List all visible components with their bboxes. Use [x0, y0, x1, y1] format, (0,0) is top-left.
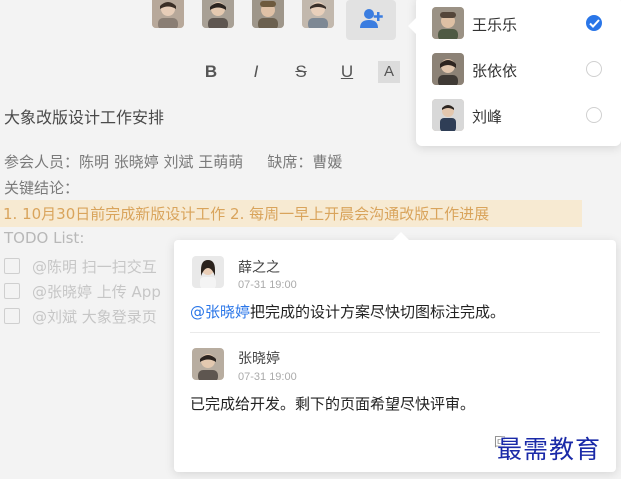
comment-author: 张晓婷 [238, 351, 280, 367]
comment-text: 已完成给开发。剩下的页面希望尽快评审。 [190, 393, 475, 414]
member-avatar[interactable] [302, 0, 334, 28]
todo-list-label: TODO List: [4, 229, 85, 247]
check-circle-icon [586, 15, 602, 31]
member-name: 王乐乐 [472, 16, 518, 34]
avatar [192, 256, 224, 288]
key-conclusions-label: 关键结论： [4, 179, 80, 197]
todo-text: @陈明 扫一扫交互 [32, 258, 157, 276]
attendees-text: 参会人员：陈明 张晓婷 刘斌 王萌萌 [4, 153, 244, 171]
mention-link[interactable]: @张晓婷 [190, 303, 250, 321]
todo-text: @张晓婷 上传 App [32, 283, 161, 301]
comment-body: 把完成的设计方案尽快切图标注完成。 [250, 303, 506, 321]
radio-circle-icon [586, 61, 602, 77]
comment-text: @张晓婷把完成的设计方案尽快切图标注完成。 [190, 301, 505, 322]
absent-text: 缺席：曹媛 [267, 153, 343, 171]
conclusions-text: 1. 10月30日前完成新版设计工作 2. 每周一早上开晨会沟通改版工作进展 [3, 205, 490, 223]
font-color-button[interactable]: A [378, 61, 400, 83]
member-option-wanglele[interactable]: 王乐乐 [416, 0, 621, 46]
avatar [192, 348, 224, 380]
todo-checkbox[interactable] [4, 283, 20, 299]
conclusions-highlight[interactable]: 1. 10月30日前完成新版设计工作 2. 每周一早上开晨会沟通改版工作进展 [0, 200, 582, 227]
member-name: 张依依 [472, 62, 518, 80]
watermark: 最需教育 [497, 435, 602, 464]
add-member-button[interactable] [346, 0, 396, 40]
comment-divider [190, 332, 600, 333]
todo-checkbox[interactable] [4, 308, 20, 324]
member-avatar[interactable] [152, 0, 184, 28]
strikethrough-button[interactable]: S [286, 57, 316, 87]
avatar [432, 7, 464, 39]
todo-item: @刘斌 大象登录页 [4, 306, 157, 326]
todo-text: @刘斌 大象登录页 [32, 308, 157, 326]
comment-author: 薛之之 [238, 260, 280, 276]
member-name: 刘峰 [472, 108, 503, 126]
add-user-icon [360, 9, 383, 28]
avatar [432, 99, 464, 131]
todo-item: @陈明 扫一扫交互 [4, 256, 157, 276]
member-avatar[interactable] [202, 0, 234, 28]
member-option-zhangyiyi[interactable]: 张依依 [416, 46, 621, 92]
radio-circle-icon [586, 107, 602, 123]
comment-time: 07-31 19:00 [238, 371, 297, 383]
document-title: 大象改版设计工作安排 [4, 108, 165, 127]
member-option-liufeng[interactable]: 刘峰 [416, 92, 621, 138]
todo-checkbox[interactable] [4, 258, 20, 274]
bold-button[interactable]: B [196, 57, 226, 87]
comment-time: 07-31 19:00 [238, 279, 297, 291]
dropdown-arrow [408, 18, 416, 34]
member-picker-dropdown: 王乐乐 张依依 刘峰 [408, 0, 621, 146]
comment-body: 已完成给开发。剩下的页面希望尽快评审。 [190, 395, 476, 413]
attendees-line: 参会人员：陈明 张晓婷 刘斌 王萌萌 缺席：曹媛 [4, 151, 342, 172]
member-avatar[interactable] [252, 0, 284, 28]
todo-item: @张晓婷 上传 App [4, 281, 161, 301]
panel-arrow [393, 232, 409, 240]
underline-button[interactable]: U [332, 57, 362, 87]
italic-button[interactable]: I [241, 57, 271, 87]
avatar [432, 53, 464, 85]
